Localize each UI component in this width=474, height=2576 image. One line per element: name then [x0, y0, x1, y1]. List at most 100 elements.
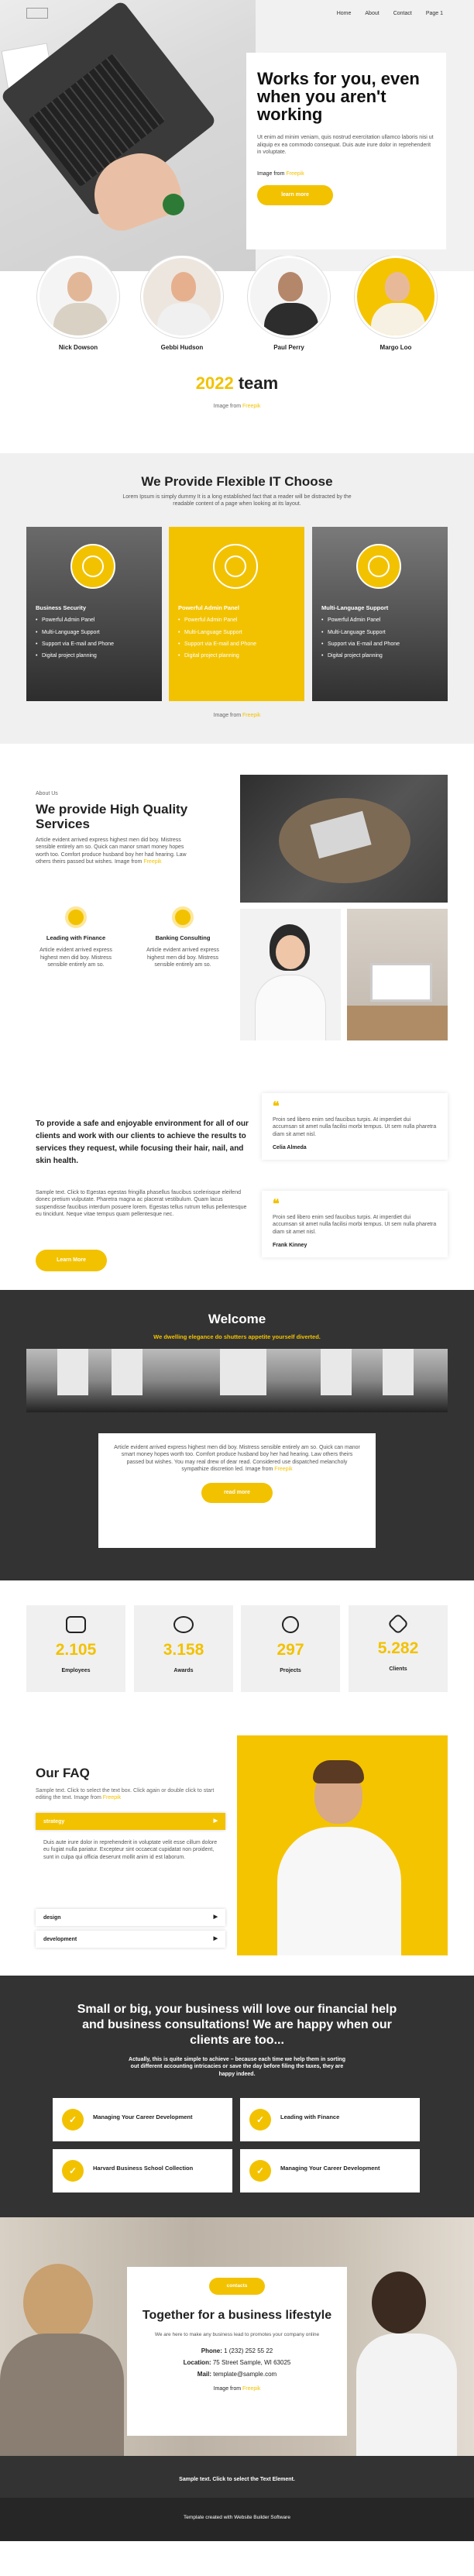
- faq-item-development[interactable]: development ▶: [36, 1931, 225, 1948]
- footer-sample-text: Sample text. Click to select the Text El…: [179, 2477, 295, 2482]
- contacts-button[interactable]: contacts: [209, 2278, 265, 2295]
- about-section: About Us We provide High Quality Service…: [0, 744, 474, 1073]
- gear-icon-inner: [225, 555, 246, 577]
- stat-value: 5.282: [377, 1639, 419, 1657]
- credit-prefix: Image from: [257, 170, 287, 177]
- business-item: ✓ Leading with Finance: [240, 2098, 420, 2141]
- business-subtitle: Actually, this is quite simple to achiev…: [129, 2057, 345, 2077]
- avatar: [141, 256, 223, 338]
- business-title: Small or big, your business will love ou…: [77, 2003, 397, 2047]
- faq-subtitle: Sample text. Click to select the text bo…: [36, 1787, 229, 1802]
- choose-credit: Image from Freepik: [0, 712, 474, 719]
- faq-item-label: development: [43, 1937, 77, 1942]
- list-item: Multi-Language Support: [321, 629, 438, 637]
- credit-prefix: Image from: [213, 713, 242, 718]
- faq-item-strategy[interactable]: strategy ▶: [36, 1813, 225, 1830]
- contact-intro: We are here to make any business lead to…: [154, 2331, 320, 2337]
- clients-icon: [386, 1612, 410, 1635]
- freepik-link[interactable]: Freepik: [143, 859, 161, 865]
- stat-value: 2.105: [55, 1641, 97, 1659]
- chevron-right-icon: ▶: [213, 1818, 218, 1824]
- learn-more-button[interactable]: Learn More: [36, 1250, 107, 1271]
- stat-card: 5.282 Clients: [349, 1605, 448, 1692]
- card-title: Powerful Admin Panel: [178, 604, 239, 611]
- nav-item-about[interactable]: About: [365, 10, 379, 17]
- footer-builder-link[interactable]: Website Builder Software: [234, 2515, 290, 2520]
- plant-shape: [163, 194, 184, 215]
- bulb-icon-inner: [82, 555, 104, 577]
- list-item: Multi-Language Support: [178, 629, 295, 637]
- avatar: [355, 256, 437, 338]
- freepik-link[interactable]: Freepik: [242, 713, 260, 718]
- it-choose-section: We Provide Flexible IT Choose Lorem Ipsu…: [0, 453, 474, 744]
- stat-label: Employees: [61, 1668, 91, 1674]
- feature-title: Leading with Finance: [46, 934, 106, 941]
- check-icon: ✓: [249, 2160, 271, 2182]
- quote-card: ❝ Proin sed libero enim sed faucibus tur…: [262, 1191, 448, 1257]
- welcome-body: Article evident arrived express highest …: [114, 1445, 360, 1473]
- hero-title: Works for you, even when you aren't work…: [257, 69, 420, 125]
- faq-item-design[interactable]: design ▶: [36, 1909, 225, 1926]
- footer-created-with: created with: [205, 2515, 235, 2520]
- team-member: Margo Loo: [353, 256, 438, 353]
- faq-answer: Duis aute irure dolor in reprehenderit i…: [43, 1840, 218, 1860]
- quote-icon: ❝: [273, 1198, 280, 1211]
- footer-template-link[interactable]: Template: [184, 2515, 205, 2520]
- footer-section: Sample text. Click to select the Text El…: [0, 2456, 474, 2541]
- faq-title: Our FAQ: [36, 1766, 90, 1780]
- nav-item-page1[interactable]: Page 1: [426, 10, 443, 17]
- welcome-text: Article evident arrived express highest …: [112, 1444, 362, 1474]
- list-item: Digital project planning: [321, 652, 438, 660]
- list-item: Support via E-mail and Phone: [321, 641, 438, 648]
- business-item: ✓ Harvard Business School Collection: [53, 2149, 232, 2193]
- list-item: Digital project planning: [36, 652, 153, 660]
- nav-item-home[interactable]: Home: [337, 10, 352, 17]
- list-item: Powerful Admin Panel: [36, 617, 153, 624]
- feature-text: Article evident arrived express highest …: [40, 948, 112, 968]
- phone-value[interactable]: 1 (232) 252 55 22: [222, 2347, 273, 2354]
- business-item-label: Leading with Finance: [280, 2113, 340, 2120]
- credit-prefix: Image from: [213, 2385, 242, 2392]
- freepik-link[interactable]: Freepik: [103, 1795, 121, 1800]
- list-item: Support via E-mail and Phone: [178, 641, 295, 648]
- mission-headline: To provide a safe and enjoyable environm…: [36, 1119, 249, 1165]
- list-item: Digital project planning: [178, 652, 295, 660]
- stat-value: 297: [276, 1641, 304, 1659]
- freepik-link[interactable]: Freepik: [242, 2386, 260, 2392]
- read-more-button[interactable]: read more: [201, 1482, 273, 1503]
- card-list: Powerful Admin Panel Multi-Language Supp…: [321, 617, 438, 660]
- contact-title: Together for a business lifestyle: [142, 2309, 332, 2322]
- service-card[interactable]: Powerful Admin Panel Powerful Admin Pane…: [169, 527, 304, 701]
- stat-card: 297 Projects: [241, 1605, 340, 1692]
- contact-mail: Mail: template@sample.com: [138, 2371, 336, 2379]
- businessman-photo: [237, 1735, 448, 1955]
- award-icon: [173, 1616, 194, 1633]
- check-icon: ✓: [62, 2160, 84, 2182]
- top-nav: Home About Contact Page 1: [0, 8, 474, 20]
- business-item-label: Managing Your Career Development: [280, 2165, 380, 2172]
- freepik-link[interactable]: Freepik: [242, 404, 260, 409]
- quote-author: Frank Kinney: [273, 1243, 307, 1249]
- welcome-title: Welcome: [208, 1312, 266, 1326]
- team-section: Nick Dowson Gebbi Hudson Paul Perry Marg…: [0, 256, 474, 434]
- about-text: Article evident arrived express highest …: [36, 837, 191, 866]
- check-icon: ✓: [62, 2109, 84, 2131]
- office-image: [26, 1349, 448, 1412]
- team-member: Nick Dowson: [36, 256, 121, 353]
- business-item-label: Managing Your Career Development: [93, 2113, 193, 2120]
- learn-more-button[interactable]: learn more: [257, 185, 333, 206]
- mail-value[interactable]: template@sample.com: [211, 2371, 276, 2378]
- stat-label: Projects: [280, 1668, 301, 1674]
- phone-label: Phone:: [201, 2347, 222, 2355]
- quote-icon: ❝: [273, 1100, 280, 1113]
- about-title: We provide High Quality Services: [36, 802, 188, 831]
- nav-item-contact[interactable]: Contact: [393, 10, 412, 17]
- card-title: Multi-Language Support: [321, 604, 389, 611]
- service-card[interactable]: Multi-Language Support Powerful Admin Pa…: [312, 527, 448, 701]
- list-item: Multi-Language Support: [36, 629, 153, 637]
- freepik-link[interactable]: Freepik: [286, 171, 304, 177]
- freepik-link[interactable]: Freepik: [274, 1467, 292, 1472]
- service-card[interactable]: Business Security Powerful Admin Panel M…: [26, 527, 162, 701]
- logo[interactable]: [26, 8, 48, 19]
- stats-section: 2.105 Employees 3.158 Awards 297 Project…: [0, 1580, 474, 1720]
